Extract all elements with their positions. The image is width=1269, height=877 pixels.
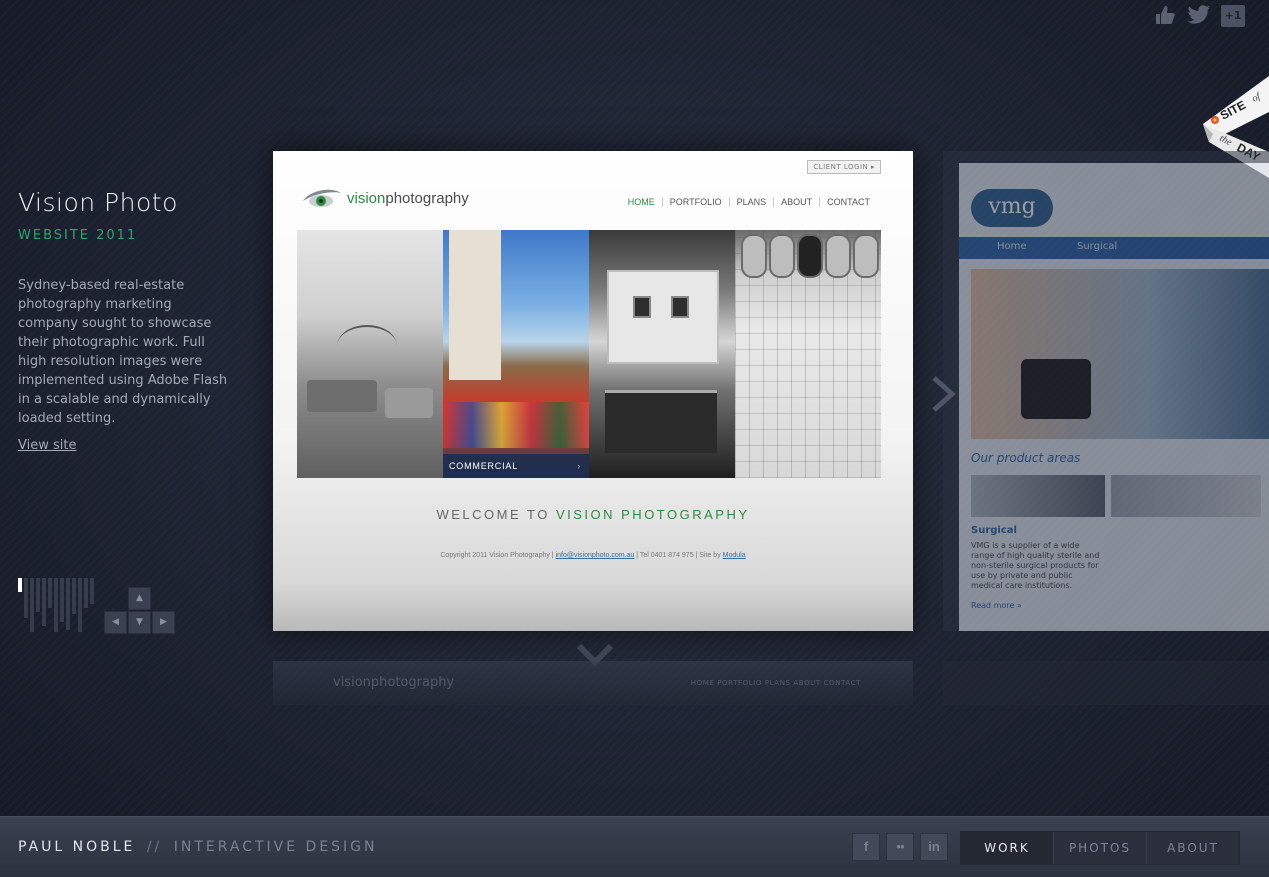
project-description: Sydney-based real-estate photography mar… xyxy=(18,278,228,426)
vmg-logo: vmg xyxy=(971,189,1053,227)
below-preview-nav: HOME PORTFOLIO PLANS ABOUT CONTACT xyxy=(690,679,861,687)
screenshot-nav: HOME PORTFOLIO PLANS ABOUT CONTACT xyxy=(621,197,877,207)
nav-about: ABOUT xyxy=(773,197,819,207)
tab-about[interactable]: ABOUT xyxy=(1146,832,1239,864)
architecture-photo-panel xyxy=(589,230,735,478)
main-nav-tabs: WORK PHOTOS ABOUT xyxy=(960,831,1240,865)
eye-logo-icon xyxy=(303,189,341,207)
facebook-icon[interactable]: f xyxy=(852,833,880,861)
welcome-heading: WELCOME TO VISION PHOTOGRAPHY xyxy=(436,507,750,522)
plans-photo-panel xyxy=(735,230,881,478)
tab-photos[interactable]: PHOTOS xyxy=(1053,832,1146,864)
google-plus-one-button[interactable]: +1 xyxy=(1221,5,1245,27)
below-preview-logo: visionphotography xyxy=(333,675,455,690)
brand-name: PAUL NOBLE // INTERACTIVE DESIGN xyxy=(18,839,378,855)
client-login-button: CLIENT LOGIN ▸ xyxy=(807,160,881,174)
preview-more-link: Read more » xyxy=(971,601,1022,610)
chevron-right-icon: › xyxy=(577,461,581,471)
vision-photography-logo: visionphotography xyxy=(301,187,469,209)
project-thumbnail-strip[interactable] xyxy=(18,578,98,634)
commercial-photo-panel: COMMERCIAL › xyxy=(443,230,589,478)
view-site-link[interactable]: View site xyxy=(18,438,76,453)
tab-work[interactable]: WORK xyxy=(961,832,1053,864)
flickr-icon[interactable]: ●● xyxy=(886,833,914,861)
preview-heading: Our product areas xyxy=(971,451,1081,465)
site-footer: PAUL NOBLE // INTERACTIVE DESIGN f ●● in… xyxy=(0,816,1269,877)
nav-home: HOME xyxy=(627,197,655,207)
preview-section: Surgical xyxy=(971,525,1017,536)
key-down-button[interactable]: ▼ xyxy=(128,611,151,634)
next-project-preview[interactable]: vmg Home Surgical Our product areas Surg… xyxy=(943,151,1269,631)
image-panels: COMMERCIAL › xyxy=(297,230,881,478)
interior-photo-panel xyxy=(297,230,443,478)
logo-suffix: photography xyxy=(385,189,469,207)
nav-portfolio: PORTFOLIO xyxy=(661,197,729,207)
key-up-button[interactable]: ▲ xyxy=(128,587,151,610)
nav-contact: CONTACT xyxy=(819,197,877,207)
nav-plans: PLANS xyxy=(728,197,774,207)
thumbs-up-icon[interactable] xyxy=(1153,5,1177,27)
project-subtitle: WEBSITE 2011 xyxy=(18,228,138,243)
project-title: Vision Photo xyxy=(18,188,178,217)
logo-prefix: vision xyxy=(347,189,386,207)
screenshot-footer: Copyright 2011 Vision Photography | info… xyxy=(440,552,746,559)
key-right-button[interactable]: ▶ xyxy=(152,611,175,634)
ghost-preview xyxy=(943,661,1269,705)
preview-text: VMG is a supplier of a wide range of hig… xyxy=(971,541,1100,590)
twitter-bird-icon[interactable] xyxy=(1187,5,1211,27)
commercial-caption: COMMERCIAL › xyxy=(443,454,589,478)
top-social-bar: +1 xyxy=(1153,5,1245,27)
below-project-preview[interactable]: visionphotography HOME PORTFOLIO PLANS A… xyxy=(273,661,913,705)
next-arrow-icon[interactable] xyxy=(930,376,956,420)
key-left-button[interactable]: ◀ xyxy=(104,611,127,634)
preview-nav: Home Surgical xyxy=(959,237,1269,259)
project-screenshot[interactable]: CLIENT LOGIN ▸ visionphotography HOME PO… xyxy=(273,151,913,631)
footer-social-links: f ●● in xyxy=(852,833,948,861)
linkedin-icon[interactable]: in xyxy=(920,833,948,861)
preview-hero-image xyxy=(971,269,1269,439)
